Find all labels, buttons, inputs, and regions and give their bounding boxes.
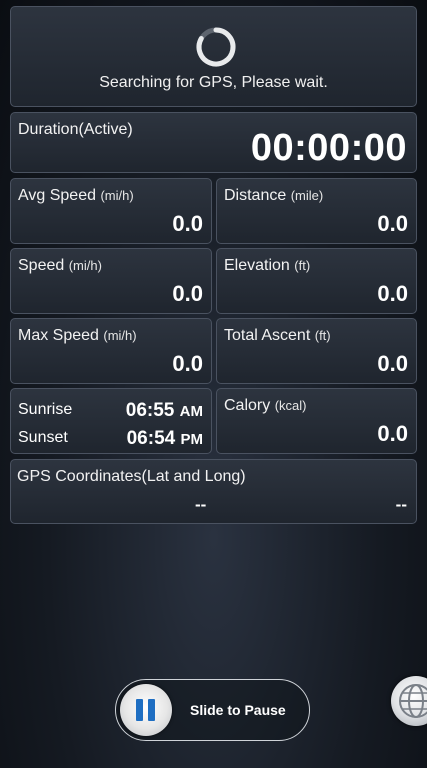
distance-card: Distance (mile) 0.0	[216, 178, 417, 244]
speed-card: Speed (mi/h) 0.0	[10, 248, 212, 314]
duration-value: 00:00:00	[250, 127, 407, 169]
elevation-card: Elevation (ft) 0.0	[216, 248, 417, 314]
sunset-label: Sunset	[18, 429, 68, 446]
avg-speed-label: Avg Speed	[18, 187, 96, 204]
distance-label: Distance	[224, 187, 287, 204]
speed-label-wrap: Speed (mi/h)	[18, 257, 102, 275]
elevation-label: Elevation	[224, 257, 290, 274]
loading-spinner-icon	[196, 27, 236, 67]
avg-speed-card: Avg Speed (mi/h) 0.0	[10, 178, 212, 244]
elevation-value: 0.0	[377, 281, 408, 306]
calory-value: 0.0	[377, 421, 408, 446]
calory-label-wrap: Calory (kcal)	[224, 397, 306, 415]
speed-value: 0.0	[172, 281, 203, 306]
gps-status-text: Searching for GPS, Please wait.	[99, 74, 328, 91]
total-ascent-label: Total Ascent	[224, 327, 311, 344]
gps-coordinates-card: GPS Coordinates(Lat and Long) -- --	[10, 459, 417, 524]
distance-unit: (mile)	[290, 188, 324, 203]
avg-speed-label-wrap: Avg Speed (mi/h)	[18, 187, 134, 205]
speed-label: Speed	[18, 257, 65, 274]
duration-card: Duration(Active) 00:00:00	[10, 112, 417, 173]
sunset-row: Sunset 06:54 PM	[18, 428, 203, 450]
sunset-time: 06:54	[126, 428, 176, 449]
max-speed-value: 0.0	[172, 351, 203, 376]
total-ascent-value: 0.0	[377, 351, 408, 376]
total-ascent-label-wrap: Total Ascent (ft)	[224, 327, 331, 345]
distance-value: 0.0	[377, 211, 408, 236]
sunrise-time: 06:55	[125, 400, 175, 421]
sunset-time-wrap: 06:54 PM	[127, 428, 203, 450]
avg-speed-unit: (mi/h)	[100, 188, 134, 203]
distance-label-wrap: Distance (mile)	[224, 187, 323, 205]
pause-slider-handle[interactable]	[120, 684, 172, 736]
total-ascent-unit: (ft)	[314, 328, 331, 343]
globe-icon	[399, 684, 427, 718]
avg-speed-value: 0.0	[172, 211, 203, 236]
calory-label: Calory	[224, 397, 271, 414]
sun-times-card: Sunrise 06:55 AM Sunset 06:54 PM	[10, 388, 212, 454]
sunset-ampm: PM	[180, 431, 204, 448]
gps-status-card: Searching for GPS, Please wait.	[10, 6, 417, 107]
slide-to-pause-label: Slide to Pause	[190, 702, 286, 718]
sunrise-time-wrap: 06:55 AM	[126, 400, 203, 422]
sunrise-row: Sunrise 06:55 AM	[18, 400, 203, 422]
max-speed-card: Max Speed (mi/h) 0.0	[10, 318, 212, 384]
max-speed-label: Max Speed	[18, 327, 99, 344]
globe-button[interactable]	[391, 676, 427, 726]
sunrise-ampm: AM	[179, 403, 203, 420]
slide-to-pause-slider[interactable]: Slide to Pause	[115, 679, 310, 741]
speed-unit: (mi/h)	[68, 258, 102, 273]
calory-unit: (kcal)	[274, 398, 307, 413]
longitude-value: --	[395, 495, 407, 514]
max-speed-unit: (mi/h)	[103, 328, 137, 343]
duration-label: Duration(Active)	[18, 121, 133, 138]
latitude-value: --	[195, 495, 207, 514]
calory-card: Calory (kcal) 0.0	[216, 388, 417, 454]
elevation-label-wrap: Elevation (ft)	[224, 257, 310, 275]
elevation-unit: (ft)	[294, 258, 311, 273]
max-speed-label-wrap: Max Speed (mi/h)	[18, 327, 137, 345]
gps-coordinates-label: GPS Coordinates(Lat and Long)	[17, 468, 246, 485]
sunrise-label: Sunrise	[18, 401, 73, 418]
total-ascent-card: Total Ascent (ft) 0.0	[216, 318, 417, 384]
